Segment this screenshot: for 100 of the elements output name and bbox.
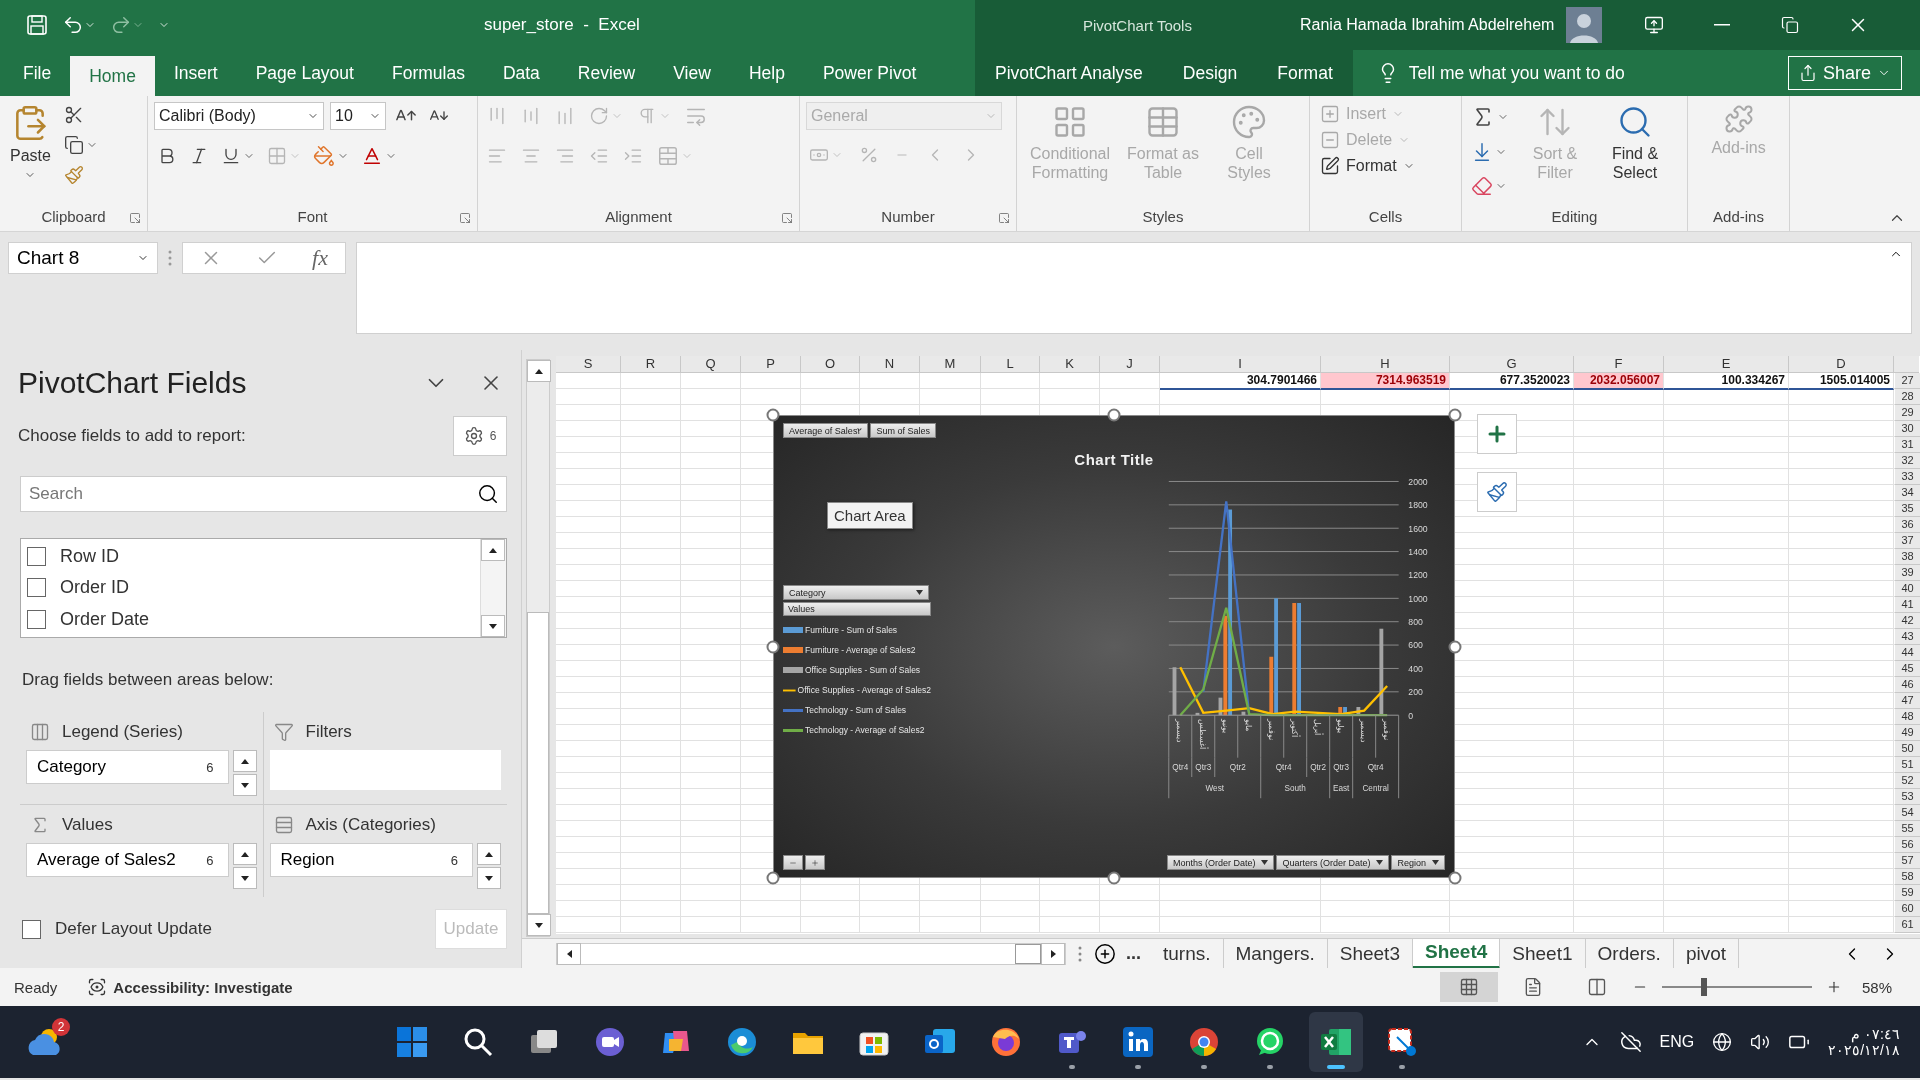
row-header[interactable]: 48	[1895, 709, 1920, 725]
field-name[interactable]: Row ID	[60, 546, 119, 568]
row-header[interactable]: 57	[1895, 853, 1920, 869]
ribbon-tab[interactable]: Page Layout	[236, 50, 373, 96]
row-header[interactable]: 30	[1895, 421, 1920, 437]
row-header[interactable]: 42	[1895, 613, 1920, 629]
row-header[interactable]: 52	[1895, 773, 1920, 789]
row-header[interactable]: 36	[1895, 517, 1920, 533]
row-header[interactable]: 45	[1895, 661, 1920, 677]
column-header[interactable]: L	[981, 356, 1040, 373]
axis-field-button[interactable]: Region	[1391, 855, 1445, 870]
area-field[interactable]: Region 6	[269, 843, 473, 877]
row-header[interactable]: 44	[1895, 645, 1920, 661]
field-name[interactable]: Order ID	[60, 577, 129, 599]
language-indicator[interactable]: ENG	[1659, 1033, 1695, 1051]
column-header[interactable]: H	[1321, 356, 1450, 373]
axis-field-button[interactable]: Quarters (Order Date)	[1276, 855, 1390, 870]
column-header[interactable]: D	[1789, 356, 1894, 373]
row-header[interactable]: 39	[1895, 565, 1920, 581]
column-header[interactable]: M	[920, 356, 981, 373]
field-name[interactable]: Order Date	[60, 608, 150, 630]
row-header[interactable]: 31	[1895, 437, 1920, 453]
axis-field-button[interactable]: Months (Order Date)	[1166, 855, 1275, 870]
column-header[interactable]: P	[741, 356, 801, 373]
column-header[interactable]: K	[1040, 356, 1100, 373]
x-tick-label: مايو	[1244, 718, 1254, 732]
ribbon-tab[interactable]: Formulas	[372, 50, 484, 96]
share-button[interactable]: Share	[1787, 56, 1902, 90]
area-label: Values	[62, 815, 113, 835]
zoom-level[interactable]: 58%	[1862, 978, 1906, 996]
column-header[interactable]: R	[621, 356, 681, 373]
ribbon-tab[interactable]: Help	[729, 50, 804, 96]
ribbon-tab[interactable]: Home	[70, 56, 155, 96]
column-header[interactable]: Q	[681, 356, 741, 373]
insert-function-button[interactable]: fx	[312, 245, 328, 271]
sheet-tab[interactable]: Sheet4	[1413, 938, 1501, 969]
row-header[interactable]: 61	[1895, 917, 1920, 933]
row-header[interactable]: 50	[1895, 741, 1920, 757]
column-header[interactable]: E	[1664, 356, 1789, 373]
ribbon-tab[interactable]: File	[4, 50, 71, 96]
row-header[interactable]: 49	[1895, 725, 1920, 741]
row-header[interactable]: 55	[1895, 821, 1920, 837]
row-header[interactable]: 46	[1895, 677, 1920, 693]
column-header[interactable]: S	[556, 356, 621, 373]
font-size-field[interactable]: 10	[330, 102, 386, 130]
row-header[interactable]: 41	[1895, 597, 1920, 613]
row-header[interactable]: 40	[1895, 581, 1920, 597]
user-name[interactable]: Rania Hamada Ibrahim Abdelrehem	[1300, 16, 1555, 34]
row-header[interactable]: 43	[1895, 629, 1920, 645]
ribbon-tab[interactable]: Data	[483, 50, 559, 96]
row-header[interactable]: 32	[1895, 453, 1920, 469]
row-header[interactable]: 35	[1895, 501, 1920, 517]
ribbon-tab[interactable]: PivotChart Analyse	[975, 50, 1163, 96]
ribbon-tab[interactable]: Insert	[154, 50, 237, 96]
row-header[interactable]: 34	[1895, 485, 1920, 501]
row-header[interactable]: 33	[1895, 469, 1920, 485]
font-name-field[interactable]: Calibri (Body)	[154, 102, 324, 130]
row-header[interactable]: 60	[1895, 901, 1920, 917]
column-header[interactable]: O	[801, 356, 860, 373]
row-header[interactable]: 56	[1895, 837, 1920, 853]
accessibility-status[interactable]: Accessibility: Investigate	[113, 978, 293, 996]
ribbon-tab[interactable]: Design	[1162, 50, 1258, 96]
row-header[interactable]: 38	[1895, 549, 1920, 565]
row-header[interactable]: 59	[1895, 885, 1920, 901]
area-field[interactable]: Average of Sales2 6	[26, 843, 229, 877]
value-field-button[interactable]: Average of Sales٢	[783, 423, 869, 438]
row-header[interactable]: 28	[1895, 389, 1920, 405]
x-tick-label: أغسطس	[1198, 719, 1210, 750]
name-box[interactable]: Chart 8	[8, 242, 158, 274]
column-header[interactable]: I	[1160, 356, 1321, 373]
column-header[interactable]: G	[1450, 356, 1574, 373]
row-header[interactable]: 51	[1895, 757, 1920, 773]
area-field[interactable]: Category 6	[26, 750, 229, 784]
legend-field-button[interactable]: Category	[783, 585, 929, 600]
row-header[interactable]: 53	[1895, 789, 1920, 805]
paste-button[interactable]: Paste	[6, 102, 55, 205]
column-header[interactable]: F	[1574, 356, 1664, 373]
row-header[interactable]: 27	[1895, 373, 1920, 389]
row-header[interactable]: 47	[1895, 693, 1920, 709]
ribbon-tab[interactable]: Review	[558, 50, 655, 96]
weather-button[interactable]: 2	[20, 1012, 74, 1072]
row-header[interactable]: 54	[1895, 805, 1920, 821]
editing-button[interactable]: Find & Select	[1598, 102, 1672, 205]
row-header[interactable]: 58	[1895, 869, 1920, 885]
clock-date[interactable]: ٢٠٢٥/١٢/١٨	[1828, 1042, 1900, 1058]
more-sheets[interactable]: ...	[1126, 943, 1141, 964]
ribbon-tab[interactable]: Power Pivot	[803, 50, 936, 96]
row-header[interactable]: 37	[1895, 533, 1920, 549]
legend-label: Furniture - Average of Sales2	[805, 645, 916, 655]
cells-button[interactable]: Format	[1316, 154, 1419, 178]
clock-time[interactable]: ٠٧:٤٦ م	[1851, 1026, 1900, 1042]
search-field[interactable]: Search	[20, 476, 507, 512]
tools-button[interactable]: 6	[453, 416, 507, 456]
value-field-button[interactable]: Sum of Sales	[870, 423, 936, 438]
ribbon-tab[interactable]: View	[654, 50, 730, 96]
column-header[interactable]: J	[1100, 356, 1160, 373]
ribbon-tab[interactable]: Format	[1257, 50, 1353, 96]
row-header[interactable]: 29	[1895, 405, 1920, 421]
tell-me-field[interactable]: Tell me what you want to do	[1408, 62, 1625, 84]
column-header[interactable]: N	[860, 356, 920, 373]
